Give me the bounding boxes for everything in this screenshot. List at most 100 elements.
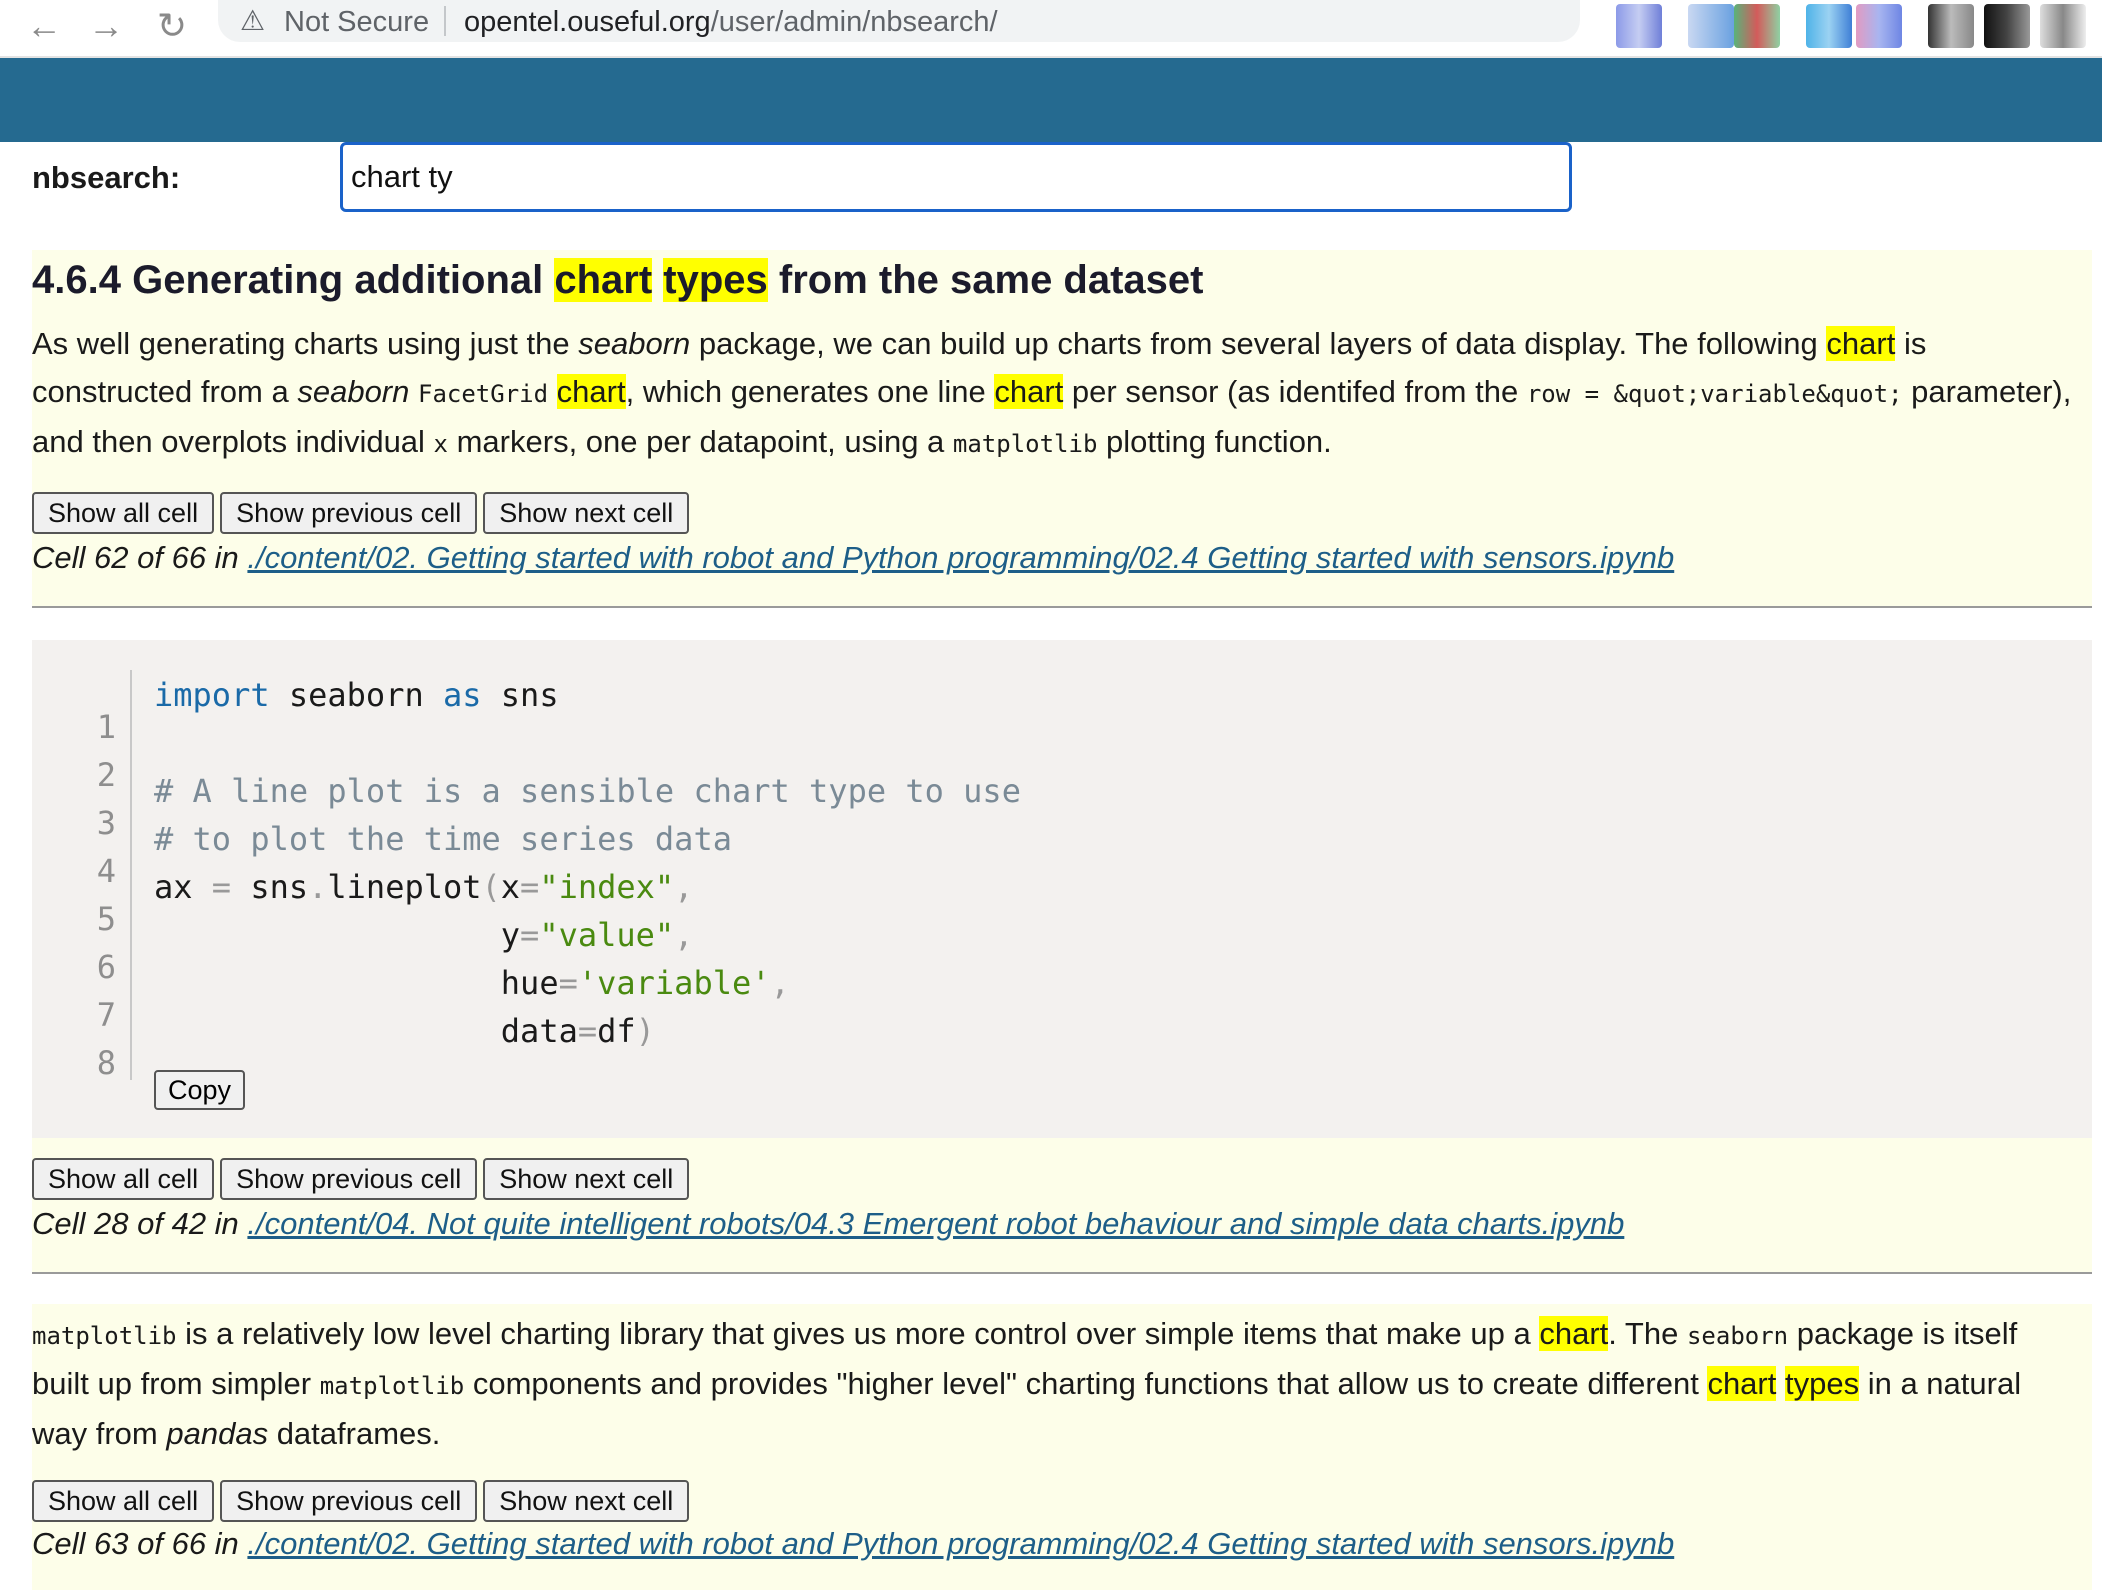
code-token: sns [231, 868, 309, 906]
extensions-area [1594, 0, 2102, 58]
code-token: data [500, 1012, 578, 1050]
paragraph-text: package, we can build up charts from sev… [690, 326, 1827, 361]
code-operator: ) [635, 1012, 655, 1050]
back-arrow-icon[interactable]: ← [22, 4, 66, 48]
search-highlight: types [1784, 1366, 1860, 1401]
code-token: sns [481, 676, 559, 714]
cell-location: Cell 63 of 66 in ./content/02. Getting s… [32, 1526, 1674, 1562]
extension-icon[interactable] [1984, 4, 2030, 48]
show-next-cell-button[interactable]: Show next cell [483, 492, 690, 534]
inline-code: x [433, 430, 448, 458]
code-operator: , [674, 868, 694, 906]
line-number: 3 [96, 804, 116, 842]
extension-icon[interactable] [1856, 4, 1902, 48]
search-highlight: chart [554, 258, 653, 302]
paragraph-text: components and provides "higher level" c… [464, 1366, 1708, 1401]
paragraph-text: As well generating charts using just the [32, 326, 579, 361]
emphasis-text: seaborn [578, 326, 691, 361]
search-highlight: chart [1707, 1366, 1777, 1401]
line-number: 6 [96, 948, 116, 986]
security-label[interactable]: Not Secure [284, 6, 429, 39]
code-keyword: import [154, 676, 270, 714]
paragraph-text [1776, 1366, 1785, 1401]
paragraph-text: per sensor (as identifed from the [1063, 374, 1527, 409]
show-previous-cell-button[interactable]: Show previous cell [220, 492, 478, 534]
line-number: 5 [96, 900, 116, 938]
search-input[interactable] [340, 142, 1572, 212]
show-previous-cell-button[interactable]: Show previous cell [220, 1158, 478, 1200]
paragraph-text: markers, one per datapoint, using a [448, 424, 953, 459]
cell-location-prefix: Cell 63 of 66 in [32, 1526, 248, 1561]
line-number: 1 [96, 708, 116, 746]
inline-code: matplotlib [319, 1372, 465, 1400]
result-card: 1 2 3 4 5 6 7 8 import seaborn as sns # … [32, 640, 2092, 1274]
paragraph-text: is a relatively low level charting libra… [176, 1316, 1540, 1351]
paragraph-text: . The [1608, 1316, 1687, 1351]
heading-text [652, 258, 663, 302]
notebook-link[interactable]: ./content/02. Getting started with robot… [247, 540, 1674, 575]
line-number: 4 [96, 852, 116, 890]
extension-icon[interactable] [1806, 4, 1852, 48]
search-highlight: chart [1826, 326, 1896, 361]
url-path: /user/admin/nbsearch/ [710, 6, 998, 38]
address-divider [444, 6, 446, 36]
code-line: y="value", [154, 916, 694, 954]
result-divider [32, 606, 2092, 608]
copy-button[interactable]: Copy [154, 1070, 246, 1110]
forward-arrow-icon[interactable]: → [84, 4, 128, 48]
code-string: 'variable' [577, 964, 771, 1002]
show-all-cell-button[interactable]: Show all cell [32, 492, 215, 534]
paragraph-text: dataframes. [268, 1416, 441, 1451]
search-highlight: chart [994, 374, 1064, 409]
reload-icon[interactable]: ↻ [150, 4, 194, 48]
paragraph-text [409, 374, 418, 409]
show-next-cell-button[interactable]: Show next cell [483, 1158, 690, 1200]
paragraph-text: , which generates one line [625, 374, 995, 409]
result-paragraph: matplotlib is a relatively low level cha… [32, 1310, 2072, 1458]
show-all-cell-button[interactable]: Show all cell [32, 1158, 215, 1200]
address-bar[interactable]: ⚠ Not Secure opentel.ouseful.org/user/ad… [218, 0, 1778, 42]
paragraph-text [548, 374, 557, 409]
show-next-cell-button[interactable]: Show next cell [483, 1480, 690, 1522]
cell-navigation: Show all cell Show previous cell Show next… [32, 1480, 695, 1522]
code-operator: = [577, 1012, 598, 1050]
inline-code: seaborn [1686, 1322, 1789, 1350]
code-operator: = [520, 868, 540, 906]
extension-icon[interactable] [2040, 4, 2086, 48]
code-string: "index" [539, 868, 675, 906]
line-number-gutter: 1 2 3 4 5 6 7 8 [70, 670, 132, 1082]
code-comment: # A line plot is a sensible chart type t… [154, 772, 1021, 810]
inline-code: matplotlib [32, 1322, 177, 1350]
code-operator: , [674, 916, 694, 954]
code-cell: 1 2 3 4 5 6 7 8 import seaborn as sns # … [32, 640, 2092, 1138]
inline-code: FacetGrid [418, 380, 549, 408]
code-token: hue [500, 964, 559, 1002]
search-highlight: chart [556, 374, 626, 409]
code-operator: = [211, 868, 232, 906]
cell-location: Cell 62 of 66 in ./content/02. Getting s… [32, 540, 1674, 576]
result-card: 4.6.4 Generating additional chart types … [32, 250, 2092, 608]
show-all-cell-button[interactable]: Show all cell [32, 1480, 215, 1522]
extension-icon[interactable] [1688, 4, 1734, 48]
warning-icon[interactable]: ⚠ [240, 4, 265, 37]
code-token: seaborn [269, 676, 443, 714]
emphasis-text: pandas [166, 1416, 269, 1451]
show-previous-cell-button[interactable]: Show previous cell [220, 1480, 478, 1522]
search-highlight: chart [1539, 1316, 1609, 1351]
notebook-link[interactable]: ./content/04. Not quite intelligent robo… [247, 1206, 1624, 1241]
code-operator: = [520, 916, 540, 954]
search-label: nbsearch: [32, 160, 181, 195]
extension-icon[interactable] [1734, 4, 1780, 48]
result-paragraph: As well generating charts using just the… [32, 320, 2072, 468]
heading-text: 4.6.4 Generating additional [32, 258, 555, 302]
code-token: ax [154, 868, 212, 906]
extension-icon[interactable] [1616, 4, 1662, 48]
code-operator: , [770, 964, 790, 1002]
line-number: 2 [96, 756, 116, 794]
notebook-link[interactable]: ./content/02. Getting started with robot… [247, 1526, 1674, 1561]
url-text[interactable]: opentel.ouseful.org/user/admin/nbsearch/ [464, 6, 998, 39]
extension-icon[interactable] [1928, 4, 1974, 48]
emphasis-text: seaborn [297, 374, 410, 409]
